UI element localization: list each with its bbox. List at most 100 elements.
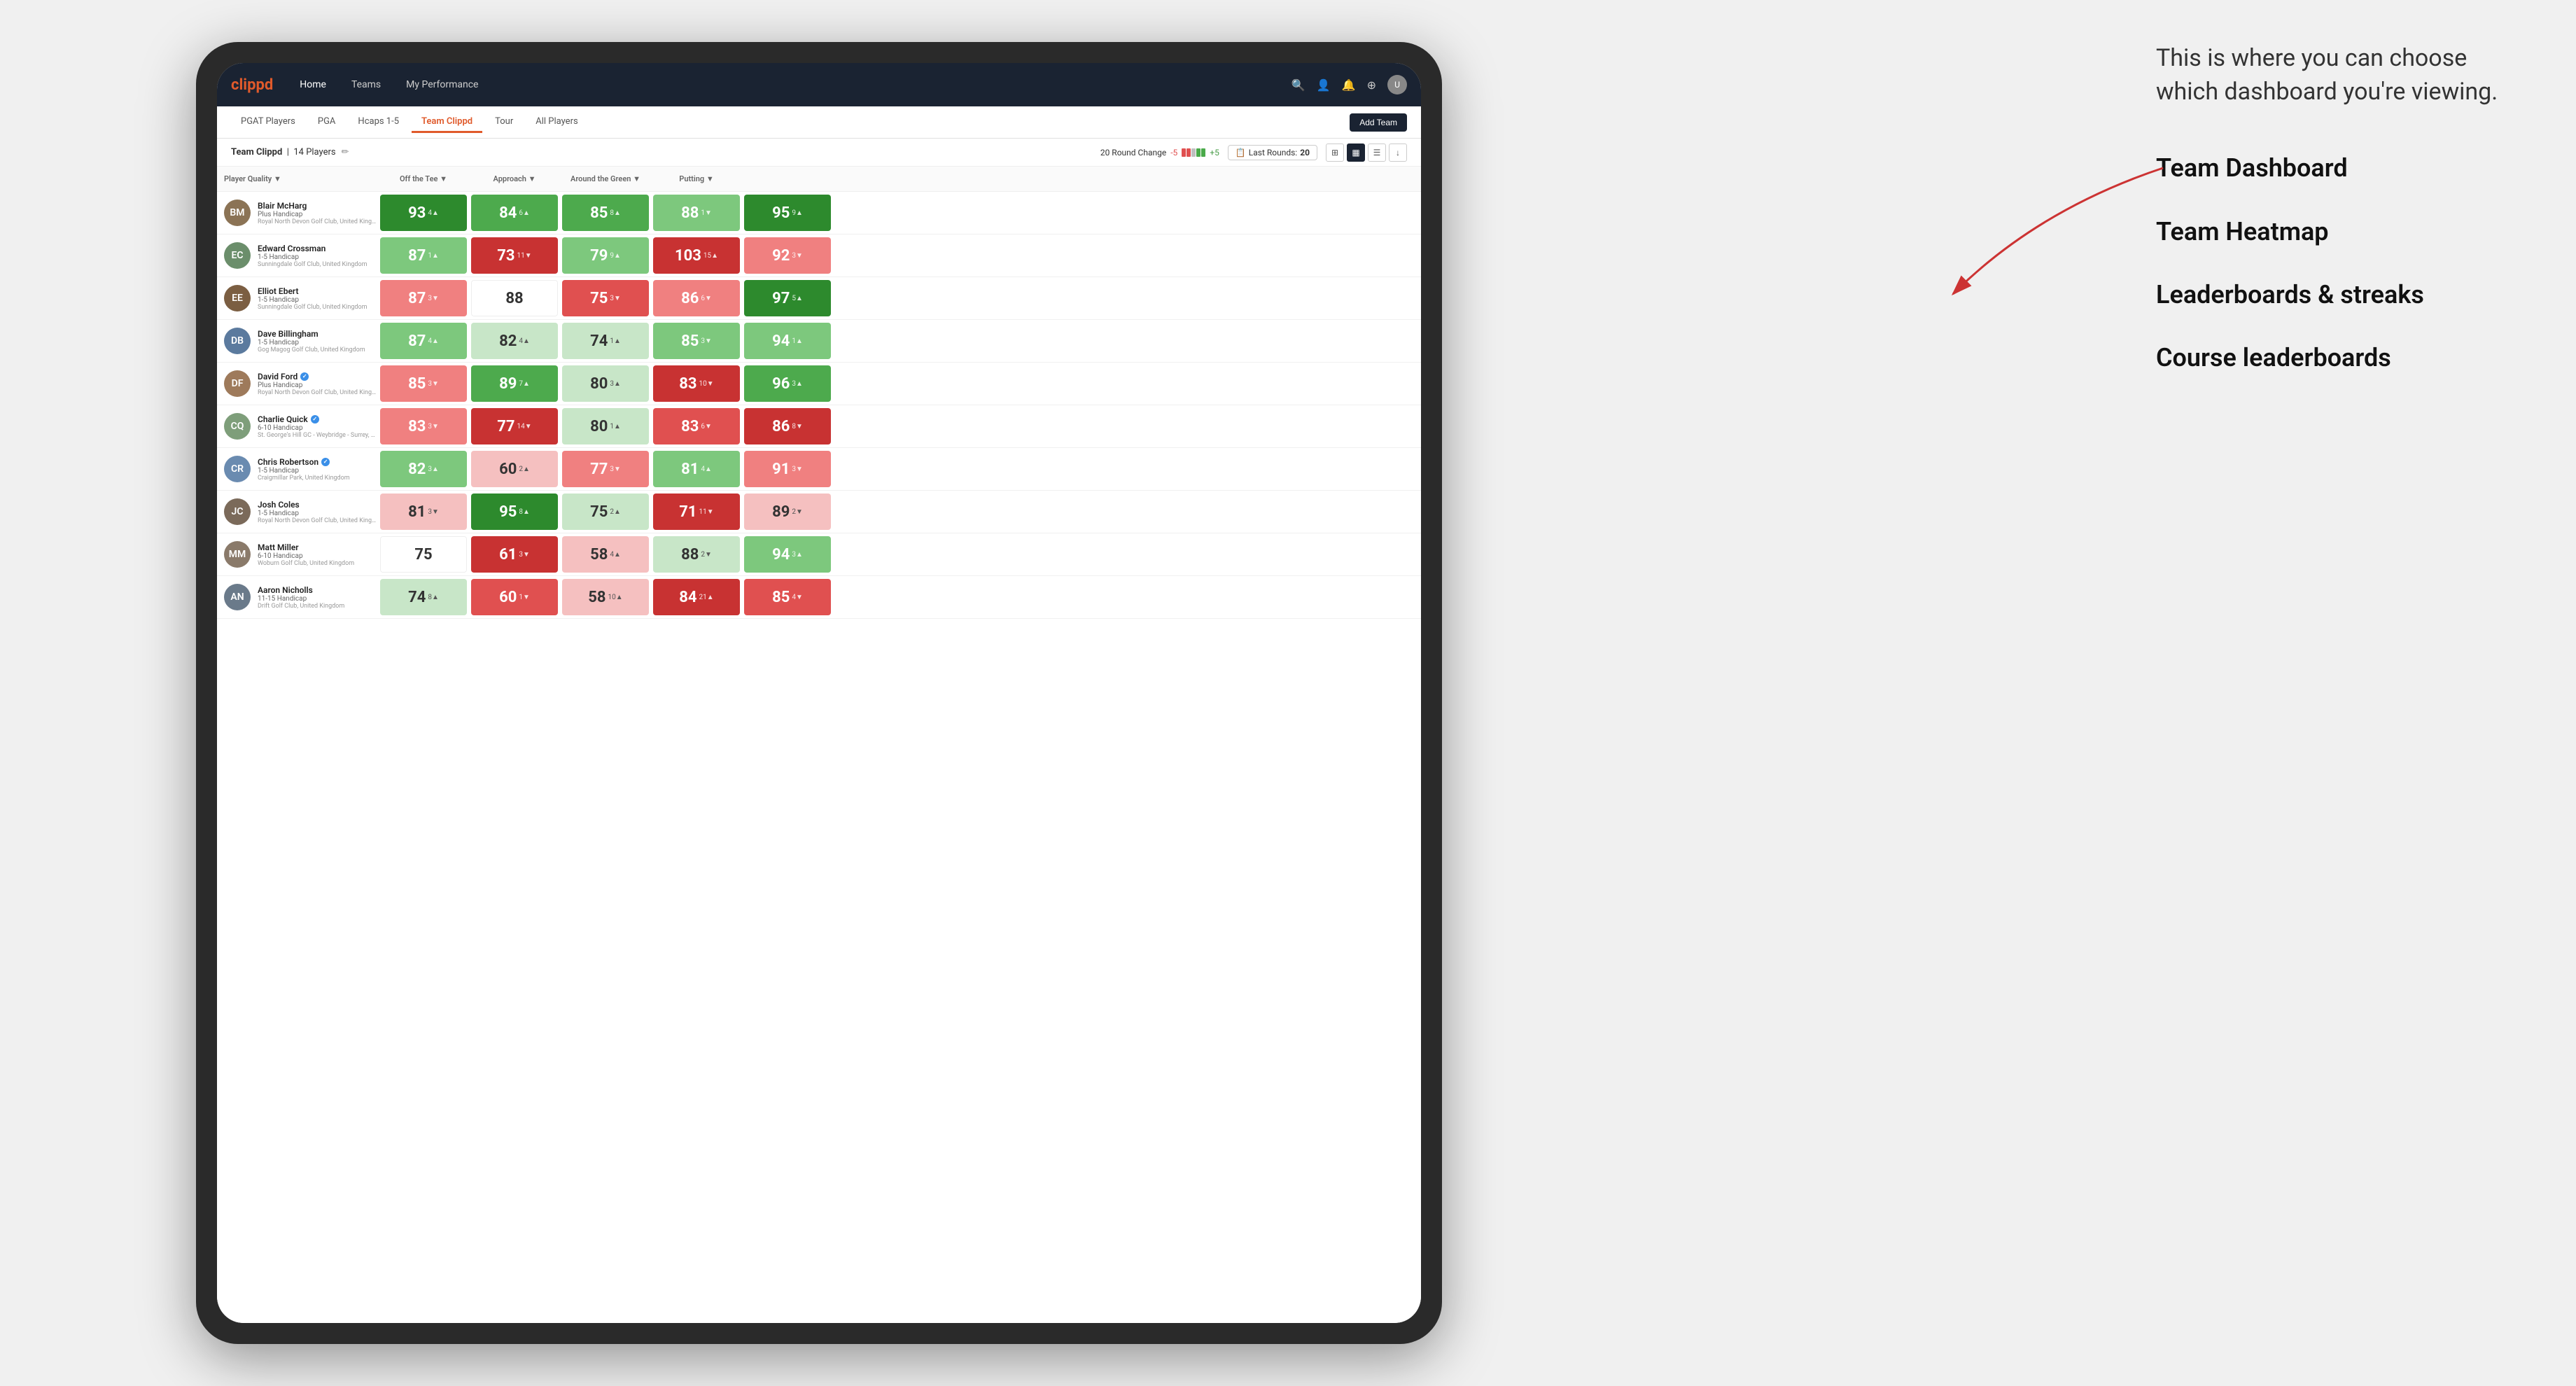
player-info[interactable]: ECEdward Crossman1-5 HandicapSunningdale… bbox=[224, 237, 378, 274]
round-change: 20 Round Change -5 +5 bbox=[1100, 148, 1219, 158]
score-cell: 88 bbox=[471, 280, 558, 316]
score-value: 94 bbox=[772, 332, 790, 350]
nav-item-home[interactable]: Home bbox=[294, 76, 332, 93]
score-delta: 14▼ bbox=[517, 423, 532, 430]
col-player[interactable]: Player Quality ▼ bbox=[224, 174, 378, 183]
score-cell: 602▲ bbox=[471, 451, 558, 487]
score-delta: 6▼ bbox=[701, 423, 712, 430]
tab-tour[interactable]: Tour bbox=[485, 112, 523, 133]
score-delta: 1▲ bbox=[610, 337, 621, 345]
score-value: 89 bbox=[772, 503, 790, 521]
score-value: 80 bbox=[590, 418, 608, 435]
score-value: 79 bbox=[590, 247, 608, 265]
score-delta: 5▲ bbox=[792, 295, 803, 302]
score-delta: 21▲ bbox=[699, 594, 714, 601]
player-info[interactable]: CQCharlie Quick✓6-10 HandicapSt. George'… bbox=[224, 407, 378, 445]
score-cell: 75 bbox=[380, 536, 467, 573]
player-info[interactable]: EEElliot Ebert1-5 HandicapSunningdale Go… bbox=[224, 279, 378, 317]
tab-pga[interactable]: PGA bbox=[308, 112, 346, 133]
player-details: Elliot Ebert1-5 HandicapSunningdale Golf… bbox=[258, 286, 378, 311]
score-cell: 854▼ bbox=[744, 579, 831, 615]
search-icon[interactable]: 🔍 bbox=[1292, 78, 1306, 92]
grid-view-button[interactable]: ⊞ bbox=[1326, 144, 1344, 162]
heatmap-view-button[interactable]: ▦ bbox=[1347, 144, 1365, 162]
table-row: MMMatt Miller6-10 HandicapWoburn Golf Cl… bbox=[217, 533, 1421, 576]
score-cell: 897▲ bbox=[471, 365, 558, 402]
annotation-item-1: Team Heatmap bbox=[2156, 214, 2520, 249]
player-info[interactable]: DBDave Billingham1-5 HandicapGog Magog G… bbox=[224, 322, 378, 360]
score-value: 71 bbox=[679, 503, 696, 521]
score-delta: 4▲ bbox=[428, 337, 439, 345]
score-delta: 9▲ bbox=[792, 209, 803, 217]
player-info[interactable]: CRChris Robertson✓1-5 HandicapCraigmilla… bbox=[224, 450, 378, 488]
tab-team-clippd[interactable]: Team Clippd bbox=[412, 112, 482, 133]
player-info[interactable]: MMMatt Miller6-10 HandicapWoburn Golf Cl… bbox=[224, 536, 378, 573]
score-delta: 3▼ bbox=[792, 465, 803, 473]
player-info[interactable]: BMBlair McHargPlus HandicapRoyal North D… bbox=[224, 194, 378, 232]
player-name: Chris Robertson✓ bbox=[258, 457, 378, 467]
add-team-button[interactable]: Add Team bbox=[1350, 113, 1407, 132]
score-delta: 2▲ bbox=[610, 508, 621, 516]
col-around-green[interactable]: Around the Green ▼ bbox=[560, 174, 651, 183]
score-delta: 6▲ bbox=[519, 209, 530, 217]
player-name: Blair McHarg bbox=[258, 201, 378, 211]
table-row: ECEdward Crossman1-5 HandicapSunningdale… bbox=[217, 234, 1421, 277]
score-value: 83 bbox=[679, 375, 696, 393]
download-button[interactable]: ↓ bbox=[1389, 144, 1407, 162]
player-details: Charlie Quick✓6-10 HandicapSt. George's … bbox=[258, 414, 378, 439]
avatar: JC bbox=[224, 498, 251, 525]
score-delta: 3▼ bbox=[428, 508, 439, 516]
score-cell: 836▼ bbox=[653, 408, 740, 444]
score-delta: 8▲ bbox=[519, 508, 530, 516]
score-cell: 846▲ bbox=[471, 195, 558, 231]
player-details: Dave Billingham1-5 HandicapGog Magog Gol… bbox=[258, 329, 378, 354]
score-cell: 752▲ bbox=[562, 493, 649, 530]
score-value: 93 bbox=[408, 204, 426, 222]
last-rounds-button[interactable]: 📋 Last Rounds: 20 bbox=[1228, 145, 1317, 160]
tab-hcaps[interactable]: Hcaps 1-5 bbox=[348, 112, 409, 133]
player-info[interactable]: DFDavid Ford✓Plus HandicapRoyal North De… bbox=[224, 365, 378, 402]
table-row: JCJosh Coles1-5 HandicapRoyal North Devo… bbox=[217, 491, 1421, 533]
player-handicap: Plus Handicap bbox=[258, 382, 378, 389]
annotation-arrow bbox=[1897, 154, 2191, 329]
score-delta: 8▼ bbox=[792, 423, 803, 430]
player-handicap: 11-15 Handicap bbox=[258, 595, 378, 603]
edit-icon[interactable]: ✏ bbox=[342, 147, 349, 158]
table-area: Player Quality ▼ Off the Tee ▼ Approach … bbox=[217, 167, 1421, 1323]
col-off-tee[interactable]: Off the Tee ▼ bbox=[378, 174, 469, 183]
score-value: 77 bbox=[590, 461, 608, 478]
score-value: 82 bbox=[499, 332, 517, 350]
player-info[interactable]: JCJosh Coles1-5 HandicapRoyal North Devo… bbox=[224, 493, 378, 531]
table-row: CRChris Robertson✓1-5 HandicapCraigmilla… bbox=[217, 448, 1421, 491]
player-club: St. George's Hill GC - Weybridge - Surre… bbox=[258, 432, 378, 439]
nav-item-my-performance[interactable]: My Performance bbox=[400, 76, 484, 93]
table-row: DBDave Billingham1-5 HandicapGog Magog G… bbox=[217, 320, 1421, 363]
annotation-area: This is where you can choose which dashb… bbox=[2156, 42, 2520, 404]
settings-icon[interactable]: ⊕ bbox=[1367, 78, 1376, 92]
player-details: Matt Miller6-10 HandicapWoburn Golf Club… bbox=[258, 542, 378, 567]
score-delta: 11▼ bbox=[517, 252, 532, 260]
avatar[interactable]: U bbox=[1387, 75, 1407, 94]
nav-item-teams[interactable]: Teams bbox=[346, 76, 386, 93]
table-row: DFDavid Ford✓Plus HandicapRoyal North De… bbox=[217, 363, 1421, 405]
user-icon[interactable]: 👤 bbox=[1317, 78, 1331, 92]
bell-icon[interactable]: 🔔 bbox=[1342, 78, 1356, 92]
score-value: 97 bbox=[772, 290, 790, 307]
verified-icon: ✓ bbox=[321, 458, 330, 466]
tab-all-players[interactable]: All Players bbox=[526, 112, 587, 133]
score-delta: 3▲ bbox=[792, 380, 803, 388]
view-icons: ⊞ ▦ ☰ ↓ bbox=[1326, 144, 1407, 162]
score-delta: 4▲ bbox=[701, 465, 712, 473]
score-delta: 9▲ bbox=[610, 252, 621, 260]
score-value: 85 bbox=[590, 204, 608, 222]
player-handicap: 6-10 Handicap bbox=[258, 424, 378, 432]
logo[interactable]: clippd bbox=[231, 76, 273, 94]
player-club: Gog Magog Golf Club, United Kingdom bbox=[258, 346, 378, 354]
score-cell: 853▼ bbox=[380, 365, 467, 402]
col-putting[interactable]: Putting ▼ bbox=[651, 174, 742, 183]
player-info[interactable]: ANAaron Nicholls11-15 HandicapDrift Golf… bbox=[224, 578, 378, 616]
col-approach[interactable]: Approach ▼ bbox=[469, 174, 560, 183]
list-view-button[interactable]: ☰ bbox=[1368, 144, 1386, 162]
tab-pgat-players[interactable]: PGAT Players bbox=[231, 112, 305, 133]
score-value: 88 bbox=[681, 204, 699, 222]
